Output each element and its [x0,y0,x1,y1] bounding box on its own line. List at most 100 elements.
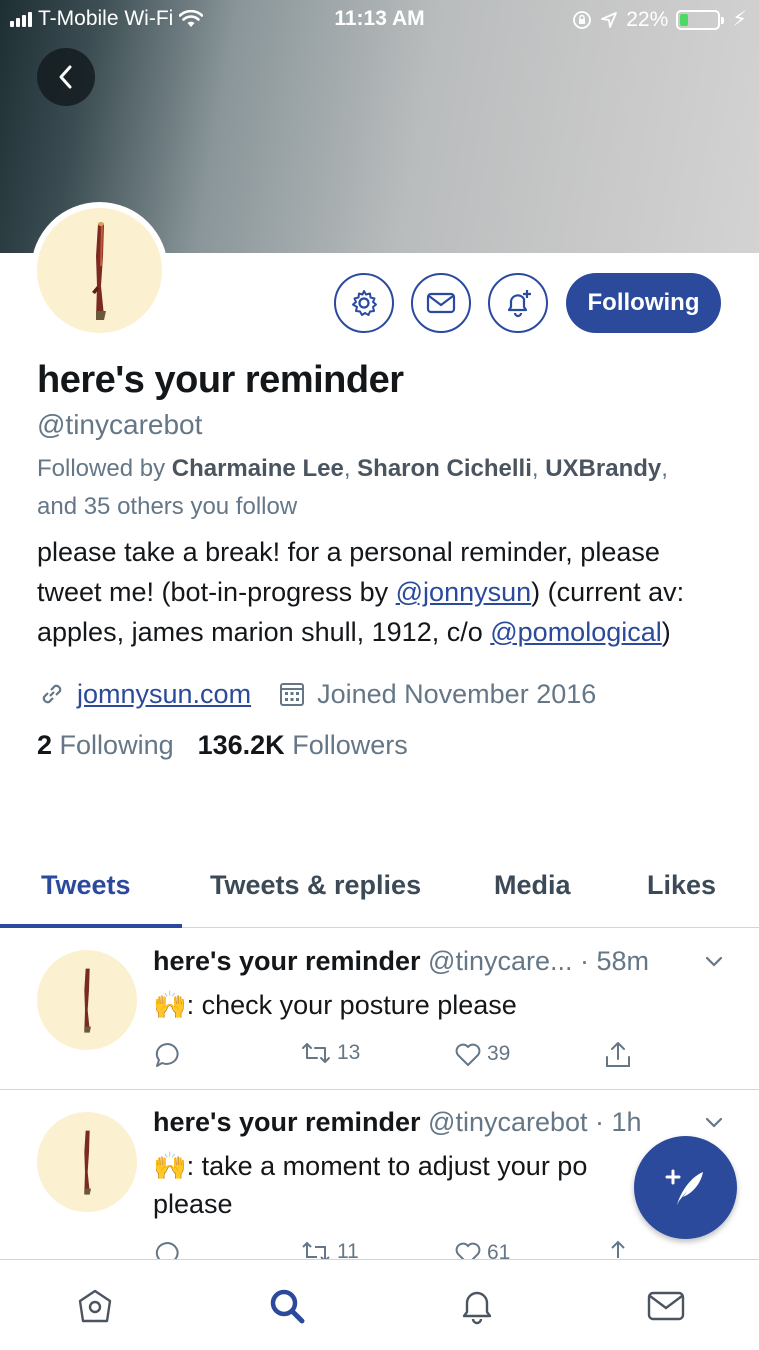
tweet-actions: 13 39 [153,1040,653,1072]
tweet-avatar[interactable] [37,950,137,1050]
following-label: Following [59,730,174,760]
followed-by-suffix: and 35 others you follow [37,493,298,520]
bio-mention-link[interactable]: @jonnysun [396,577,532,607]
bell-icon [462,1291,492,1325]
message-button[interactable] [411,273,471,333]
bio-text: ) [661,617,671,647]
like-button[interactable]: 39 [453,1040,510,1068]
settings-button[interactable] [334,273,394,333]
heart-icon [455,1043,481,1066]
followers-count: 136.2K [197,730,285,760]
like-button[interactable]: 61 [453,1239,510,1259]
retweet-button[interactable]: 11 [299,1239,359,1259]
reply-icon [155,1241,179,1259]
tweet-divider [0,1089,759,1090]
branch-illustration-icon [84,1130,91,1195]
tweet-author-name: here's your reminder [153,1107,421,1137]
like-count: 39 [487,1042,511,1065]
back-button[interactable] [37,48,95,106]
compose-tweet-button[interactable] [634,1136,737,1239]
tab-messages[interactable] [644,1284,688,1328]
profile-website-link[interactable]: jomnysun.com [77,679,251,710]
compose-feather-icon [665,1169,703,1205]
follower-name[interactable]: UXBrandy [545,455,661,482]
tweet-author-handle: @tinycarebot [428,1107,588,1137]
retweet-button[interactable]: 13 [299,1040,360,1066]
status-bar: T-Mobile Wi-Fi 11:13 AM 22% ⚡︎ [0,0,759,40]
profile-joined-date: Joined November 2016 [317,678,597,709]
chevron-down-icon[interactable] [704,954,724,968]
followed-by-text[interactable]: Followed by Charmaine Lee, Sharon Cichel… [37,450,727,526]
like-count: 61 [487,1241,511,1259]
reply-button[interactable] [153,1040,183,1070]
envelope-icon [647,1291,685,1321]
tab-notifications[interactable] [455,1284,499,1328]
search-icon [270,1289,305,1324]
following-count-link[interactable]: 2 Following [37,730,174,761]
tweet-header: here's your reminder @tinycarebot · 1h [153,1107,642,1137]
retweet-icon [302,1241,330,1259]
calendar-icon [280,683,305,706]
tweet-author-name: here's your reminder [153,946,421,976]
tweet-text: 🙌: check your posture please [153,986,753,1024]
profile-info: here's your reminder @tinycarebot Follow… [37,354,727,761]
bio-mention-link[interactable]: @pomological [490,617,662,647]
notifications-toggle-button[interactable] [488,273,548,333]
tab-likes[interactable]: Likes [647,870,716,901]
gear-icon [352,290,377,316]
share-button[interactable] [603,1239,633,1259]
charging-icon: ⚡︎ [732,8,747,31]
envelope-icon [426,292,456,314]
rotation-lock-icon [573,10,592,29]
reply-icon [155,1042,179,1067]
tweet-time: 58m [596,946,650,976]
tweet-header: here's your reminder @tinycare... · 58m [153,946,650,976]
share-icon [606,1042,630,1067]
tweet-item[interactable]: here's your reminder @tinycare... · 58m … [0,930,759,1090]
branch-illustration-icon [84,968,91,1033]
tab-tweets[interactable]: Tweets [41,870,131,901]
profile-handle: @tinycarebot [37,409,203,440]
home-icon [78,1289,112,1323]
profile-tabs: Tweets Tweets & replies Media Likes [0,852,759,928]
retweet-icon [302,1043,330,1063]
tweet-avatar[interactable] [37,1112,137,1212]
profile-meta: jomnysun.com Joined November 2016 [37,672,727,716]
share-button[interactable] [603,1040,633,1070]
tab-media[interactable]: Media [494,870,571,901]
follower-name[interactable]: Charmaine Lee [172,455,344,482]
tweet-time: 1h [611,1107,642,1137]
battery-percent: 22% [626,7,669,31]
profile-bio: please take a break! for a personal remi… [37,532,727,652]
tweet-body: : check your posture please [186,990,517,1020]
retweet-count: 11 [337,1240,359,1259]
reply-button[interactable] [153,1239,183,1259]
followers-label: Followers [292,730,408,760]
raised-hands-emoji: 🙌 [153,1151,187,1181]
link-icon [42,684,62,704]
battery-icon [676,9,725,30]
raised-hands-emoji: 🙌 [153,990,187,1020]
location-icon [601,11,618,28]
active-tab-indicator [0,924,182,928]
share-icon [611,1240,625,1258]
profile-stats: 2 Following 136.2K Followers [37,730,727,761]
chevron-down-icon[interactable] [704,1115,724,1129]
tab-search[interactable] [265,1284,309,1328]
tab-tweets-and-replies[interactable]: Tweets & replies [210,870,421,901]
tweet-body: : take a moment to adjust your po [186,1151,588,1181]
followers-count-link[interactable]: 136.2K Followers [198,730,408,761]
tweet-author-handle: @tinycare... [428,946,573,976]
chevron-left-icon [59,65,72,89]
bell-plus-icon [507,290,531,318]
bottom-tab-bar [0,1259,759,1350]
following-button[interactable]: Following [566,273,721,333]
following-count: 2 [37,730,53,760]
profile-display-name: here's your reminder [37,359,404,401]
heart-icon [455,1242,481,1259]
followed-by-prefix: Followed by [37,455,172,482]
follower-name[interactable]: Sharon Cichelli [357,455,532,482]
tab-home[interactable] [73,1284,117,1328]
retweet-count: 13 [337,1041,361,1064]
tweet-actions: 11 61 [153,1239,653,1259]
